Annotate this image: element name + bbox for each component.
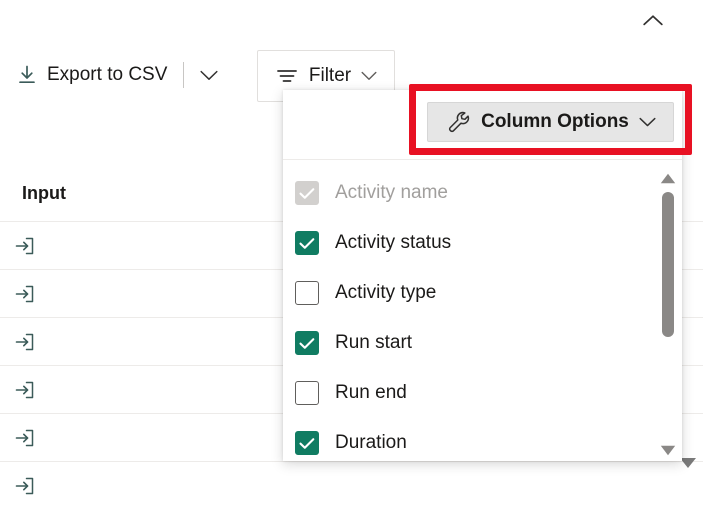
export-to-csv-caret-button[interactable] [192,53,226,97]
chevron-down-icon [639,117,656,128]
chevron-down-icon [200,70,218,81]
input-arrow-icon [14,283,36,305]
column-option-duration[interactable]: Duration [283,418,682,468]
checkbox-unchecked[interactable] [295,281,319,305]
column-option-activity-name: Activity name [283,168,682,218]
column-option-label: Activity type [335,282,436,304]
column-option-activity-type[interactable]: Activity type [283,268,682,318]
checkmark-icon [299,437,315,450]
scrollbar-up-button[interactable] [658,168,678,188]
checkmark-icon [299,187,315,200]
scrollbar-track[interactable] [658,188,678,440]
scrollbar-down-button[interactable] [658,440,678,460]
input-arrow-icon [14,475,36,497]
triangle-up-icon [660,173,676,184]
collapse-panel-button[interactable] [634,6,672,34]
input-arrow-icon [14,331,36,353]
column-option-label: Duration [335,432,407,454]
input-arrow-icon [14,235,36,257]
checkbox-checked-disabled [295,181,319,205]
checkmark-icon [299,337,315,350]
export-to-csv-button[interactable]: Export to CSV [8,53,175,97]
triangle-down-icon [660,445,676,456]
chevron-down-icon [361,71,377,81]
column-option-label: Activity name [335,182,448,204]
download-icon [16,64,38,86]
checkbox-checked[interactable] [295,331,319,355]
checkmark-icon [299,237,315,250]
checkbox-unchecked[interactable] [295,381,319,405]
chevron-up-icon [643,14,663,27]
table-column-header-input: Input [22,183,66,204]
scrollbar-thumb[interactable] [662,192,674,337]
column-options-button[interactable]: Column Options [427,102,674,142]
export-to-csv-group: Export to CSV [8,53,226,97]
column-option-run-end[interactable]: Run end [283,368,682,418]
column-option-label: Run end [335,382,407,404]
column-option-run-start[interactable]: Run start [283,318,682,368]
export-to-csv-label: Export to CSV [47,64,167,86]
toolbar-divider [183,62,184,88]
wrench-icon [445,109,471,135]
filter-label: Filter [309,65,351,87]
app-root: Export to CSV Filter C [0,0,703,506]
column-option-label: Run start [335,332,412,354]
input-arrow-icon [14,379,36,401]
column-option-activity-status[interactable]: Activity status [283,218,682,268]
column-options-dropdown: Reset to default Activity name Activity … [283,90,682,461]
table-row[interactable] [0,462,703,506]
checkbox-checked[interactable] [295,431,319,455]
input-arrow-icon [14,427,36,449]
checkbox-checked[interactable] [295,231,319,255]
filter-icon [275,66,299,86]
column-options-list: Activity name Activity status Activity t… [283,160,682,460]
dropdown-scrollbar[interactable] [658,168,678,460]
column-options-label: Column Options [481,111,629,133]
column-option-label: Activity status [335,232,451,254]
